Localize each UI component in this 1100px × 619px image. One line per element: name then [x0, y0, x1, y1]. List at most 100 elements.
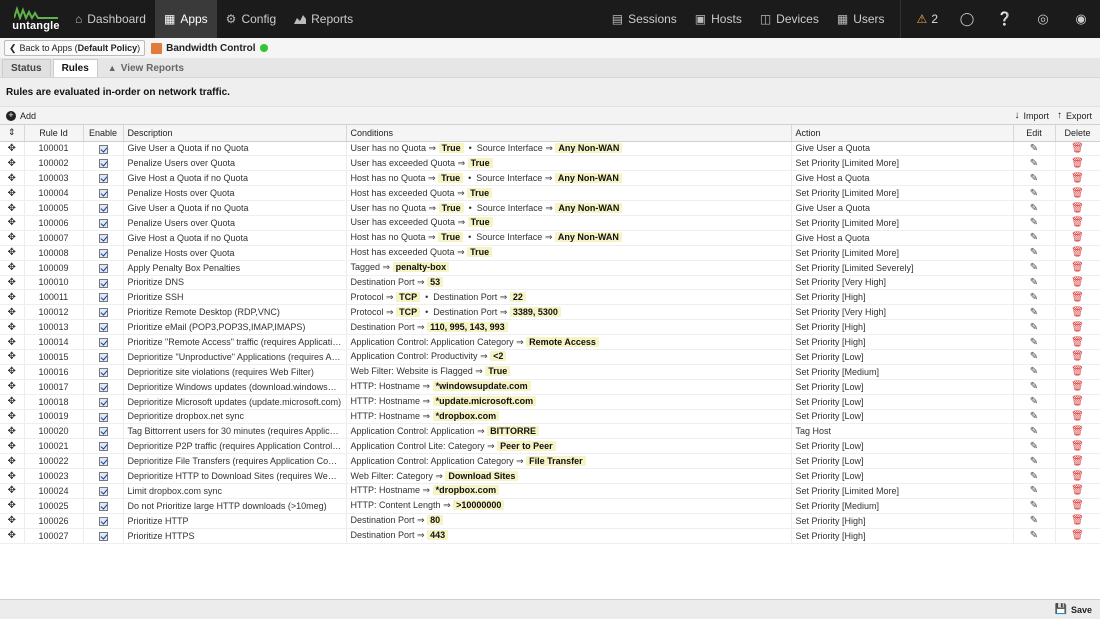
table-row[interactable]: ✥ 100018 Deprioritize Microsoft updates (u… — [0, 394, 1100, 410]
trash-icon[interactable]: 🗑 — [1071, 396, 1084, 407]
enable-checkbox[interactable] — [98, 204, 108, 214]
enable-checkbox[interactable] — [98, 189, 108, 199]
tips-button[interactable]: ◯ — [948, 0, 986, 38]
trash-icon[interactable]: 🗑 — [1071, 188, 1084, 199]
import-button[interactable]: ↓ Import — [1014, 110, 1049, 121]
nav-hosts[interactable]: ▣ Hosts — [686, 0, 751, 38]
enable-checkbox[interactable] — [98, 174, 108, 184]
enable-checkbox[interactable] — [98, 263, 108, 273]
trash-icon[interactable]: 🗑 — [1071, 381, 1084, 392]
pencil-icon[interactable]: ✎ — [1030, 411, 1038, 422]
table-row[interactable]: ✥ 100011 Prioritize SSH Protocol ⇒ TCP • De… — [0, 289, 1100, 306]
table-row[interactable]: ✥ 100027 Prioritize HTTPS Destination Port … — [0, 528, 1100, 544]
trash-icon[interactable]: 🗑 — [1071, 530, 1084, 541]
column-header-enable[interactable]: Enable — [83, 125, 124, 142]
enable-checkbox[interactable] — [98, 144, 108, 154]
pencil-icon[interactable]: ✎ — [1030, 500, 1038, 511]
table-row[interactable]: ✥ 100013 Prioritize eMail (POP3,POP3S,IMAP… — [0, 319, 1100, 336]
enable-checkbox[interactable] — [98, 531, 108, 541]
drag-handle-icon[interactable]: ✥ — [0, 245, 25, 261]
pencil-icon[interactable]: ✎ — [1030, 426, 1038, 437]
nav-dashboard[interactable]: ⌂ Dashboard — [66, 0, 155, 38]
trash-icon[interactable]: 🗑 — [1071, 471, 1084, 482]
table-row[interactable]: ✥ 100023 Deprioritize HTTP to Download Sit… — [0, 468, 1100, 484]
drag-handle-icon[interactable]: ✥ — [0, 334, 25, 350]
help-button[interactable]: ❔ — [986, 0, 1024, 38]
trash-icon[interactable]: 🗑 — [1071, 143, 1084, 154]
table-row[interactable]: ✥ 100026 Prioritize HTTP Destination Port ⇒… — [0, 513, 1100, 529]
pencil-icon[interactable]: ✎ — [1030, 366, 1038, 377]
enable-checkbox[interactable] — [98, 159, 108, 169]
drag-handle-icon[interactable]: ✥ — [0, 230, 25, 246]
pencil-icon[interactable]: ✎ — [1030, 307, 1038, 318]
table-row[interactable]: ✥ 100003 Give Host a Quota if no Quota Host… — [0, 170, 1100, 187]
trash-icon[interactable]: 🗑 — [1071, 292, 1084, 303]
trash-icon[interactable]: 🗑 — [1071, 173, 1084, 184]
drag-handle-icon[interactable]: ✥ — [0, 513, 25, 529]
pencil-icon[interactable]: ✎ — [1030, 262, 1038, 273]
drag-handle-icon[interactable]: ✥ — [0, 319, 25, 336]
enable-checkbox[interactable] — [98, 382, 108, 392]
nav-devices[interactable]: ◫ Devices — [751, 0, 828, 38]
pencil-icon[interactable]: ✎ — [1030, 485, 1038, 496]
trash-icon[interactable]: 🗑 — [1071, 337, 1084, 348]
pencil-icon[interactable]: ✎ — [1030, 456, 1038, 467]
enable-checkbox[interactable] — [98, 323, 108, 333]
enable-checkbox[interactable] — [98, 367, 108, 377]
enable-checkbox[interactable] — [98, 233, 108, 243]
table-row[interactable]: ✥ 100016 Deprioritize site violations (req… — [0, 364, 1100, 380]
export-button[interactable]: ↑ Export — [1057, 110, 1092, 121]
support-button[interactable]: ◎ — [1024, 0, 1062, 38]
table-row[interactable]: ✥ 100019 Deprioritize dropbox.net sync HTTP… — [0, 409, 1100, 425]
enable-checkbox[interactable] — [98, 412, 108, 422]
trash-icon[interactable]: 🗑 — [1071, 307, 1084, 318]
pencil-icon[interactable]: ✎ — [1030, 322, 1038, 333]
tab-view-reports[interactable]: ▲ View Reports — [100, 59, 192, 77]
enable-checkbox[interactable] — [98, 486, 108, 496]
table-row[interactable]: ✥ 100020 Tag Bittorrent users for 30 minut… — [0, 423, 1100, 440]
trash-icon[interactable]: 🗑 — [1071, 426, 1084, 437]
drag-handle-icon[interactable]: ✥ — [0, 185, 25, 202]
enable-checkbox[interactable] — [98, 457, 108, 467]
pencil-icon[interactable]: ✎ — [1030, 247, 1038, 258]
drag-handle-icon[interactable]: ✥ — [0, 468, 25, 484]
pencil-icon[interactable]: ✎ — [1030, 337, 1038, 348]
pencil-icon[interactable]: ✎ — [1030, 381, 1038, 392]
pencil-icon[interactable]: ✎ — [1030, 158, 1038, 169]
pencil-icon[interactable]: ✎ — [1030, 232, 1038, 243]
table-row[interactable]: ✥ 100004 Penalize Hosts over Quota Host has… — [0, 185, 1100, 202]
trash-icon[interactable]: 🗑 — [1071, 411, 1084, 422]
table-row[interactable]: ✥ 100015 Deprioritize "Unproductive" Appli… — [0, 349, 1100, 365]
enable-checkbox[interactable] — [98, 427, 108, 437]
enable-checkbox[interactable] — [98, 516, 108, 526]
column-header-conditions[interactable]: Conditions — [346, 125, 792, 142]
drag-handle-icon[interactable]: ✥ — [0, 304, 25, 321]
table-row[interactable]: ✥ 100010 Prioritize DNS Destination Port ⇒ … — [0, 275, 1100, 291]
table-row[interactable]: ✥ 100006 Penalize Users over Quota User has… — [0, 215, 1100, 231]
enable-checkbox[interactable] — [98, 472, 108, 482]
table-row[interactable]: ✥ 100002 Penalize Users over Quota User has… — [0, 155, 1100, 172]
enable-checkbox[interactable] — [98, 308, 108, 318]
nav-apps[interactable]: ▦ Apps — [154, 0, 217, 38]
add-rule-button[interactable]: + Add — [6, 110, 36, 121]
drag-handle-icon[interactable]: ✥ — [0, 394, 25, 410]
trash-icon[interactable]: 🗑 — [1071, 232, 1084, 243]
drag-handle-icon[interactable]: ✥ — [0, 528, 25, 544]
drag-handle-icon[interactable]: ✥ — [0, 155, 25, 172]
tab-status[interactable]: Status — [2, 59, 51, 77]
table-row[interactable]: ✥ 100008 Penalize Hosts over Quota Host has… — [0, 245, 1100, 261]
pencil-icon[interactable]: ✎ — [1030, 203, 1038, 214]
back-to-apps-button[interactable]: ❮ Back to Apps (Default Policy) — [4, 40, 146, 56]
drag-handle-icon[interactable]: ✥ — [0, 200, 25, 216]
column-header-rule-id[interactable]: Rule Id — [24, 125, 84, 142]
pencil-icon[interactable]: ✎ — [1030, 292, 1038, 303]
nav-users[interactable]: ▦ Users — [828, 0, 894, 38]
table-row[interactable]: ✥ 100022 Deprioritize File Transfers (requ… — [0, 453, 1100, 470]
drag-handle-icon[interactable]: ✥ — [0, 409, 25, 425]
trash-icon[interactable]: 🗑 — [1071, 217, 1084, 228]
enable-checkbox[interactable] — [98, 248, 108, 258]
trash-icon[interactable]: 🗑 — [1071, 158, 1084, 169]
nav-config[interactable]: ⚙ Config — [217, 0, 285, 38]
pencil-icon[interactable]: ✎ — [1030, 188, 1038, 199]
enable-checkbox[interactable] — [98, 338, 108, 348]
